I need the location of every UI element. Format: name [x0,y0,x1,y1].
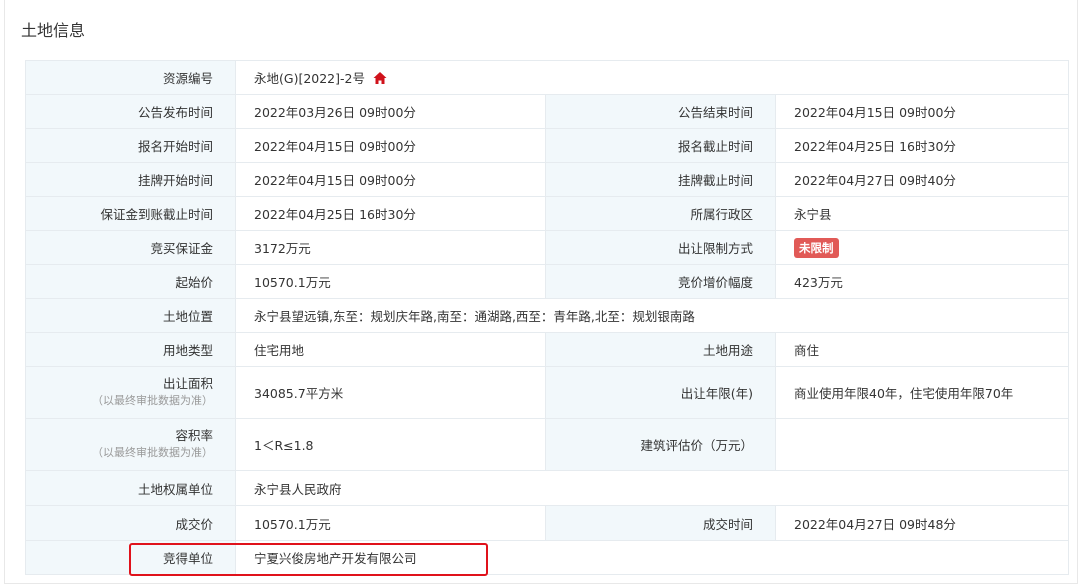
label-bid-deposit: 竞买保证金 [25,230,236,265]
value-resource-id: 永地(G)[2022]-2号 [235,60,1069,95]
value-listing-start: 2022年04月15日 09时00分 [235,162,546,197]
value-deal-price: 10570.1万元 [235,505,546,541]
label-land-use: 土地用途 [545,332,776,367]
table-row: 公告发布时间 2022年03月26日 09时00分 公告结束时间 2022年04… [25,94,1069,129]
value-land-type: 住宅用地 [235,332,546,367]
value-signup-end: 2022年04月25日 16时30分 [775,128,1069,163]
land-info-table: 资源编号 永地(G)[2022]-2号 公告发布时间 2022年03月26日 0… [25,60,1069,575]
table-row: 保证金到账截止时间 2022年04月25日 16时30分 所属行政区 永宁县 [25,196,1069,231]
label-transfer-term: 出让年限(年) [545,366,776,419]
label-deal-price: 成交价 [25,505,236,541]
value-deposit-deadline: 2022年04月25日 16时30分 [235,196,546,231]
value-transfer-term: 商业使用年限40年，住宅使用年限70年 [775,366,1069,419]
table-row: 出让面积 （以最终审批数据为准） 34085.7平方米 出让年限(年) 商业使用… [25,366,1069,419]
label-resource-id: 资源编号 [25,60,236,95]
label-transfer-area-main: 出让面积 [162,376,213,391]
value-land-use: 商住 [775,332,1069,367]
table-row: 竞买保证金 3172万元 出让限制方式 未限制 [25,230,1069,265]
table-row: 容积率 （以最终审批数据为准） 1＜R≤1.8 建筑评估价（万元） [25,418,1069,471]
value-listing-end: 2022年04月27日 09时40分 [775,162,1069,197]
label-plot-ratio-main: 容积率 [175,428,213,443]
label-signup-start: 报名开始时间 [25,128,236,163]
value-restriction-method: 未限制 [775,230,1069,265]
value-bid-deposit: 3172万元 [235,230,546,265]
section-title: 土地信息 [21,21,86,40]
land-info-panel: 土地信息 资源编号 永地(G)[2022]-2号 公告发布时间 2022年03月… [4,0,1078,584]
label-listing-end: 挂牌截止时间 [545,162,776,197]
label-building-valuation: 建筑评估价（万元） [545,418,776,471]
table-row: 用地类型 住宅用地 土地用途 商住 [25,332,1069,367]
label-restriction-method: 出让限制方式 [545,230,776,265]
label-bid-increment: 竞价增价幅度 [545,264,776,299]
label-announce-end: 公告结束时间 [545,94,776,129]
value-signup-start: 2022年04月15日 09时00分 [235,128,546,163]
table-row: 土地权属单位 永宁县人民政府 [25,470,1069,506]
table-row: 竞得单位 宁夏兴俊房地产开发有限公司 [25,540,1069,575]
table-row: 资源编号 永地(G)[2022]-2号 [25,60,1069,95]
label-deposit-deadline: 保证金到账截止时间 [25,196,236,231]
table-row: 报名开始时间 2022年04月15日 09时00分 报名截止时间 2022年04… [25,128,1069,163]
label-land-location: 土地位置 [25,298,236,333]
table-row: 成交价 10570.1万元 成交时间 2022年04月27日 09时48分 [25,505,1069,541]
value-land-owner: 永宁县人民政府 [235,470,1069,506]
table-row: 挂牌开始时间 2022年04月15日 09时00分 挂牌截止时间 2022年04… [25,162,1069,197]
label-district: 所属行政区 [545,196,776,231]
label-plot-ratio-note: （以最终审批数据为准） [92,446,213,459]
value-announce-end: 2022年04月15日 09时00分 [775,94,1069,129]
label-transfer-area-note: （以最终审批数据为准） [92,394,213,407]
resource-id-text: 永地(G)[2022]-2号 [254,71,365,86]
home-icon[interactable] [373,71,387,85]
value-building-valuation [775,418,1069,471]
label-start-price: 起始价 [25,264,236,299]
label-plot-ratio: 容积率 （以最终审批数据为准） [25,418,236,471]
value-announce-start: 2022年03月26日 09时00分 [235,94,546,129]
label-transfer-area: 出让面积 （以最终审批数据为准） [25,366,236,419]
value-land-location: 永宁县望远镇,东至：规划庆年路,南至：通湖路,西至：青年路,北至：规划银南路 [235,298,1069,333]
label-listing-start: 挂牌开始时间 [25,162,236,197]
label-deal-time: 成交时间 [545,505,776,541]
table-row: 土地位置 永宁县望远镇,东至：规划庆年路,南至：通湖路,西至：青年路,北至：规划… [25,298,1069,333]
value-transfer-area: 34085.7平方米 [235,366,546,419]
value-winning-bidder: 宁夏兴俊房地产开发有限公司 [235,540,1069,575]
status-badge: 未限制 [794,237,839,258]
label-announce-start: 公告发布时间 [25,94,236,129]
label-signup-end: 报名截止时间 [545,128,776,163]
value-bid-increment: 423万元 [775,264,1069,299]
table-row: 起始价 10570.1万元 竞价增价幅度 423万元 [25,264,1069,299]
label-winning-bidder: 竞得单位 [25,540,236,575]
value-district: 永宁县 [775,196,1069,231]
label-land-type: 用地类型 [25,332,236,367]
value-plot-ratio: 1＜R≤1.8 [235,418,546,471]
value-deal-time: 2022年04月27日 09时48分 [775,505,1069,541]
label-land-owner: 土地权属单位 [25,470,236,506]
value-start-price: 10570.1万元 [235,264,546,299]
